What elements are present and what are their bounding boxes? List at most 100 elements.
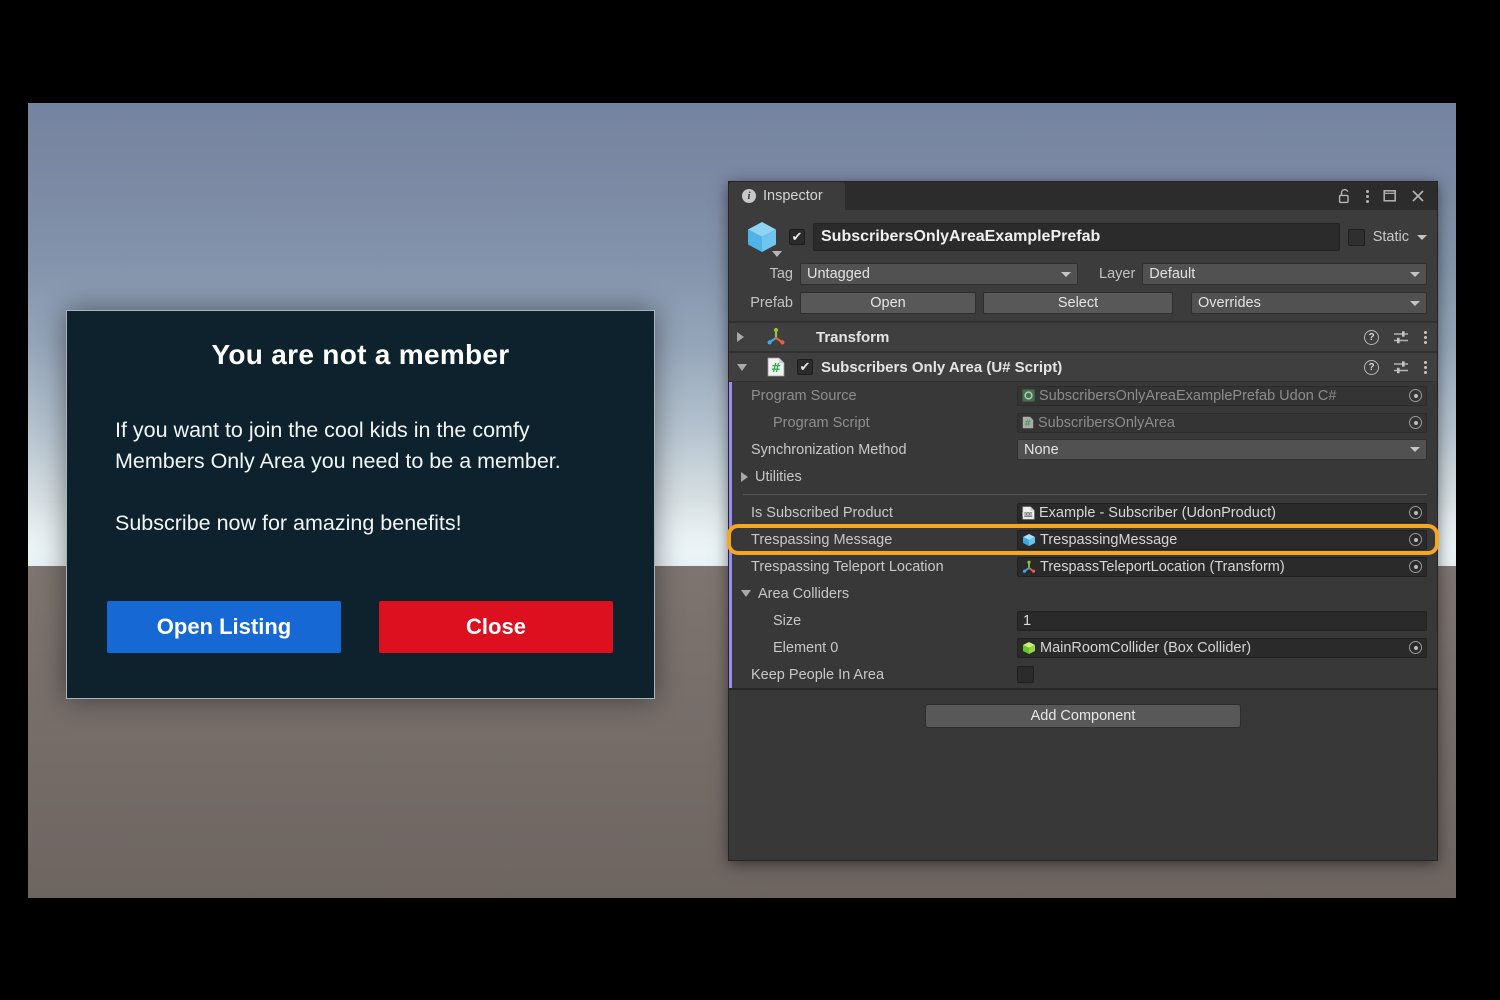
close-dialog-button[interactable]: Close (379, 601, 613, 653)
component-menu-icon[interactable] (1424, 330, 1427, 344)
row-area-colliders-element-0: Element 0 MainRoomCollider (Box Collider… (729, 634, 1437, 661)
component-menu-icon[interactable] (1424, 360, 1427, 374)
inspector-window: i Inspector ✔ SubscribersOnlyAreaExample… (727, 181, 1439, 861)
udon-sharp-script-icon: # (1022, 416, 1034, 429)
preset-icon[interactable] (1393, 330, 1410, 345)
chevron-down-icon (1061, 271, 1071, 277)
gameobject-enabled-checkbox[interactable]: ✔ (789, 229, 805, 245)
tab-inspector-label: Inspector (763, 188, 823, 204)
row-utilities[interactable]: Utilities (729, 463, 1437, 490)
udon-program-icon (1022, 389, 1035, 402)
add-component-button[interactable]: Add Component (925, 704, 1241, 728)
label-area-colliders-size: Size (773, 612, 802, 629)
chevron-down-icon (1410, 447, 1420, 452)
field-synchronization-method[interactable]: None (1017, 439, 1427, 460)
game-viewport: You are not a member If you want to join… (28, 103, 1456, 898)
gameobject-name-field[interactable]: SubscribersOnlyAreaExamplePrefab (813, 223, 1340, 251)
field-area-colliders-element-0[interactable]: MainRoomCollider (Box Collider) (1017, 637, 1427, 658)
object-picker-icon[interactable] (1409, 416, 1422, 429)
gameobject-cube-icon (1022, 533, 1036, 547)
maximize-icon[interactable] (1383, 189, 1397, 203)
chevron-down-icon (1410, 271, 1420, 277)
value-program-script: SubscribersOnlyArea (1038, 414, 1175, 431)
field-trespassing-message[interactable]: TrespassingMessage (1017, 529, 1427, 550)
layer-value: Default (1149, 266, 1196, 282)
component-enabled-checkbox[interactable]: ✔ (797, 359, 813, 375)
help-icon[interactable]: ? (1364, 359, 1379, 375)
checkbox-keep-people-in-area[interactable] (1017, 666, 1034, 683)
row-area-colliders-size: Size 1 (729, 607, 1437, 634)
area-colliders-foldout-icon[interactable] (741, 590, 751, 597)
dialog-button-row: Open Listing Close (107, 601, 613, 653)
field-program-script[interactable]: # SubscribersOnlyArea (1017, 412, 1427, 433)
not-a-member-dialog: You are not a member If you want to join… (66, 310, 655, 699)
field-area-colliders-size[interactable]: 1 (1017, 610, 1427, 631)
row-keep-people-in-area: Keep People In Area (729, 661, 1437, 688)
static-dropdown-icon[interactable] (1417, 234, 1427, 240)
open-listing-button[interactable]: Open Listing (107, 601, 341, 653)
property-separator (743, 494, 1427, 495)
window-controls (1338, 182, 1437, 210)
svg-text:#: # (1024, 419, 1032, 429)
label-trespassing-teleport-location: Trespassing Teleport Location (751, 558, 944, 575)
svg-text:UDON: UDON (1022, 512, 1034, 517)
row-program-source: Program Source SubscribersOnlyAreaExampl… (729, 382, 1437, 409)
object-picker-icon[interactable] (1409, 560, 1422, 573)
prefab-overrides-dropdown[interactable]: Overrides (1191, 292, 1427, 314)
label-area-colliders-element-0: Element 0 (773, 639, 839, 656)
row-area-colliders[interactable]: Area Colliders (729, 580, 1437, 607)
transform-component-title: Transform (816, 328, 890, 346)
udon-product-icon: UDON (1022, 505, 1035, 520)
gameobject-header: ✔ SubscribersOnlyAreaExamplePrefab Stati… (729, 210, 1437, 322)
label-area-colliders: Area Colliders (758, 585, 850, 602)
object-picker-icon[interactable] (1409, 533, 1422, 546)
script-properties-body: Program Source SubscribersOnlyAreaExampl… (727, 382, 1439, 688)
close-icon[interactable] (1411, 189, 1425, 203)
field-program-source[interactable]: SubscribersOnlyAreaExamplePrefab Udon C# (1017, 385, 1427, 406)
layer-dropdown[interactable]: Default (1142, 263, 1427, 285)
object-picker-icon[interactable] (1409, 506, 1422, 519)
field-is-subscribed-product[interactable]: UDON Example - Subscriber (UdonProduct) (1017, 502, 1427, 523)
value-area-colliders-element-0: MainRoomCollider (Box Collider) (1040, 639, 1252, 656)
utilities-foldout-icon[interactable] (741, 471, 748, 482)
transform-gizmo-icon (766, 327, 786, 347)
transform-component-header[interactable]: Transform ? (729, 322, 1437, 352)
prefab-cube-icon[interactable] (743, 218, 782, 257)
label-program-source: Program Source (751, 387, 857, 404)
dialog-title: You are not a member (211, 339, 510, 370)
row-is-subscribed-product: Is Subscribed Product UDON Example - Sub… (729, 499, 1437, 526)
prefab-open-button[interactable]: Open (800, 292, 976, 314)
value-is-subscribed-product: Example - Subscriber (UdonProduct) (1039, 504, 1276, 521)
row-trespassing-teleport-location: Trespassing Teleport Location TrespassTe… (729, 553, 1437, 580)
help-icon[interactable]: ? (1364, 329, 1379, 345)
tag-dropdown[interactable]: Untagged (800, 263, 1078, 285)
value-trespassing-teleport-location: TrespassTeleportLocation (Transform) (1040, 558, 1285, 575)
transform-gizmo-icon (1022, 560, 1036, 574)
kebab-menu-icon[interactable] (1366, 189, 1369, 203)
static-label: Static (1372, 229, 1409, 245)
subscribers-only-area-component-header[interactable]: # ✔ Subscribers Only Area (U# Script) ? (729, 352, 1437, 382)
row-program-script: Program Script # SubscribersOnlyArea (729, 409, 1437, 436)
info-icon: i (742, 189, 756, 203)
label-trespassing-message: Trespassing Message (751, 531, 893, 548)
screenshot-stage: You are not a member If you want to join… (0, 0, 1500, 1000)
transform-foldout-icon[interactable] (737, 332, 744, 342)
object-picker-icon[interactable] (1409, 641, 1422, 654)
tag-value: Untagged (807, 266, 870, 282)
tab-inspector[interactable]: i Inspector (729, 182, 845, 210)
prefab-dropdown-triangle-icon[interactable] (772, 251, 782, 257)
dialog-body-text: If you want to join the cool kids in the… (115, 418, 561, 535)
field-trespassing-teleport-location[interactable]: TrespassTeleportLocation (Transform) (1017, 556, 1427, 577)
inspector-tabstrip: i Inspector (729, 182, 1437, 210)
label-keep-people-in-area: Keep People In Area (751, 666, 885, 683)
prefab-overrides-value: Overrides (1198, 295, 1261, 311)
script-foldout-icon[interactable] (737, 363, 747, 371)
udon-sharp-script-icon: # (767, 357, 785, 377)
prefab-select-button[interactable]: Select (983, 292, 1173, 314)
row-trespassing-message: Trespassing Message TrespassingMessage (727, 524, 1439, 555)
static-checkbox[interactable] (1347, 228, 1365, 246)
object-picker-icon[interactable] (1409, 389, 1422, 402)
lock-open-icon[interactable] (1338, 188, 1352, 204)
preset-icon[interactable] (1393, 360, 1410, 375)
row-synchronization-method: Synchronization Method None (729, 436, 1437, 463)
